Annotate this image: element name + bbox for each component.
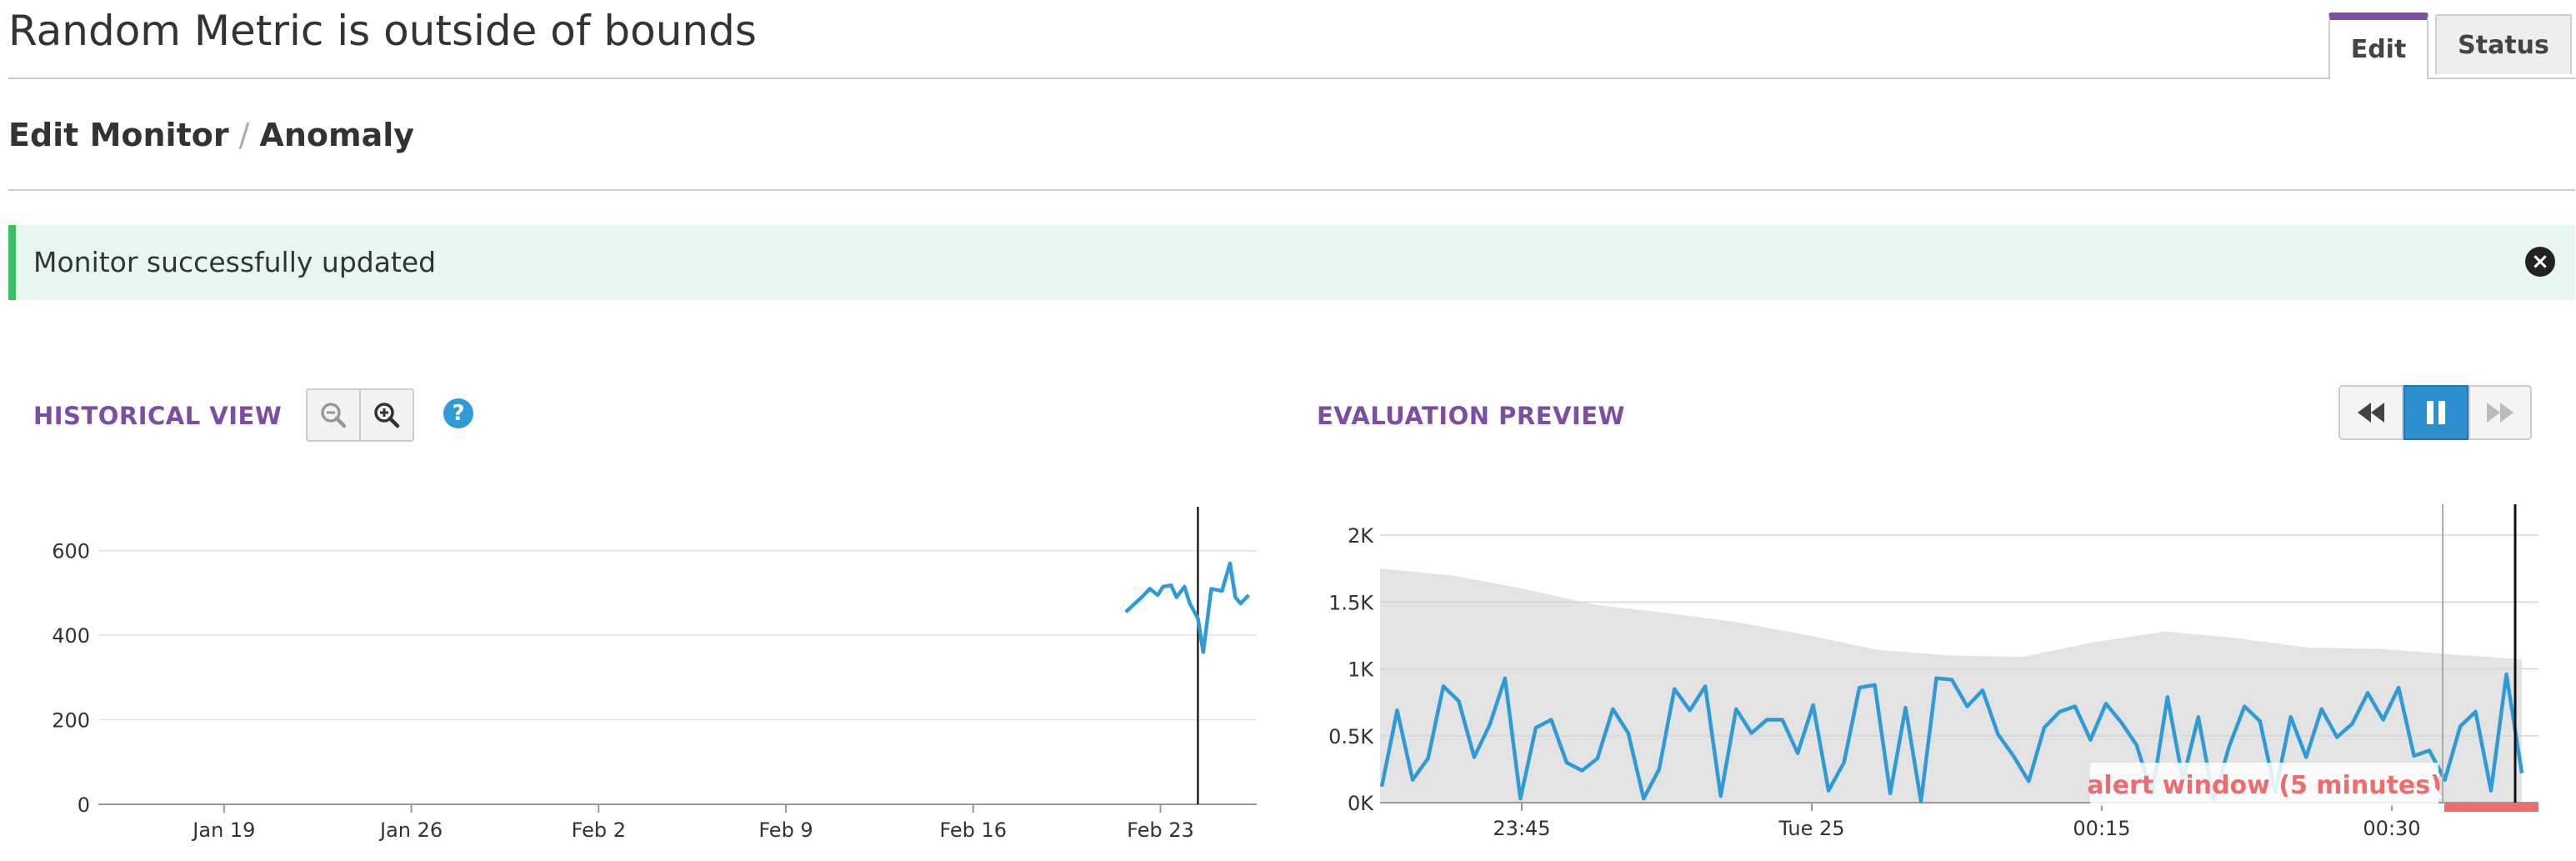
title-divider — [8, 78, 2328, 79]
alert-window-label: alert window (5 minutes) — [2087, 771, 2442, 800]
fast-forward-icon — [2487, 403, 2513, 423]
y-tick-label: 0K — [1348, 792, 1374, 815]
rewind-button[interactable] — [2338, 385, 2403, 440]
breadcrumb-parent[interactable]: Edit Monitor — [8, 117, 229, 153]
y-tick-label: 600 — [52, 540, 90, 563]
alert-window-bar — [2444, 803, 2538, 812]
y-tick-label: 2K — [1348, 524, 1374, 548]
forward-button[interactable] — [2468, 385, 2532, 440]
success-alert: Monitor successfully updated × — [8, 225, 2575, 300]
alert-message: Monitor successfully updated — [33, 246, 437, 278]
x-tick-label: Jan 26 — [378, 818, 443, 842]
y-tick-label: 200 — [52, 709, 90, 733]
evaluation-preview-title: EVALUATION PREVIEW — [1317, 402, 1626, 430]
x-tick-label: Feb 23 — [1127, 818, 1194, 842]
series-line — [1124, 561, 1251, 654]
pause-button[interactable] — [2403, 385, 2468, 440]
title-divider-right — [2428, 78, 2575, 79]
rewind-icon — [2358, 403, 2384, 423]
breadcrumb: Edit Monitor / Anomaly — [8, 110, 414, 160]
x-tick-label: Jan 19 — [191, 818, 255, 842]
y-tick-label: 400 — [52, 624, 90, 648]
page-title: Random Metric is outside of bounds — [8, 7, 757, 55]
pause-icon — [2427, 401, 2445, 424]
evaluation-chart: 0K 0.5K 1K 1.5K 2K 23:45 Tue 25 00:15 00:30 alert… — [1328, 504, 2538, 840]
x-tick-label: Feb 9 — [758, 818, 813, 842]
x-tick-label: Tue 25 — [1778, 817, 1844, 840]
x-tick-label: 00:30 — [2363, 817, 2420, 840]
tab-status[interactable]: Status — [2435, 14, 2572, 74]
y-tick-label: 0.5K — [1328, 725, 1374, 748]
historical-view-title: HISTORICAL VIEW — [33, 402, 283, 430]
question-circle-icon[interactable]: ? — [443, 398, 473, 428]
zoom-out-icon — [321, 403, 347, 428]
alert-accent-bar — [8, 225, 16, 300]
zoom-in-button[interactable] — [359, 388, 414, 442]
tab-edit[interactable]: Edit — [2328, 13, 2428, 79]
x-tick-label: Feb 16 — [939, 818, 1007, 842]
close-icon[interactable]: × — [2525, 247, 2555, 277]
breadcrumb-separator: / — [238, 117, 250, 153]
zoom-in-icon — [374, 403, 400, 428]
historical-chart: 0 200 400 600 Jan 19 Jan 26 Feb 2 Feb 9 Feb 16 Fe… — [52, 507, 1257, 842]
y-tick-label: 0 — [78, 793, 90, 817]
x-tick-label: 00:15 — [2073, 817, 2130, 840]
y-tick-label: 1.5K — [1328, 591, 1374, 614]
x-tick-label: Feb 2 — [572, 818, 626, 842]
breadcrumb-current: Anomaly — [259, 117, 415, 153]
y-tick-label: 1K — [1348, 658, 1374, 682]
x-tick-label: 23:45 — [1493, 817, 1550, 840]
breadcrumb-divider — [8, 189, 2575, 191]
zoom-out-button[interactable] — [306, 388, 361, 442]
